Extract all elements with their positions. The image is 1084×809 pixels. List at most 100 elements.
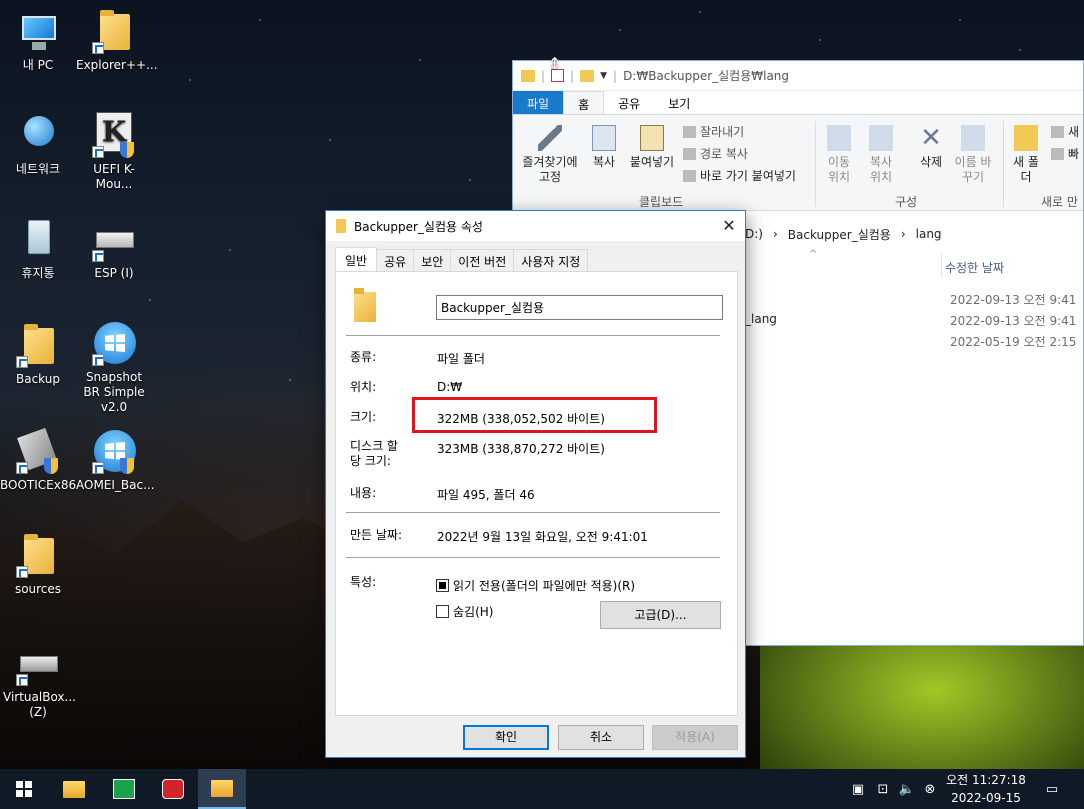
column-divider[interactable] [941, 254, 942, 278]
copy-button[interactable]: 복사 [587, 125, 621, 170]
separator: | [613, 68, 618, 83]
easy-access-label: 빠 [1068, 147, 1080, 161]
tab-sharing[interactable]: 공유 [376, 249, 415, 271]
size-label: 크기: [350, 410, 377, 424]
folder-icon [24, 324, 54, 364]
close-button[interactable]: ✕ [713, 211, 745, 241]
desktop-icon-sources[interactable]: sources [0, 532, 76, 597]
desktop-icon-my-pc[interactable]: 내 PC [0, 8, 76, 73]
taskbar-clock[interactable]: 오전 11:27:18 2022-09-15 [940, 771, 1032, 807]
desktop-icon-recycle-bin[interactable]: 휴지통 [0, 216, 76, 281]
easy-access-button[interactable]: 빠 [1051, 145, 1079, 162]
desktop-icon-aomei[interactable]: AOMEI_Bac... [76, 428, 155, 493]
checkbox-indeterminate[interactable] [436, 579, 449, 592]
new-item-button[interactable]: 새 [1051, 123, 1079, 140]
taskbar-green-app[interactable] [100, 769, 148, 809]
explorer-titlebar[interactable]: | | ▼ | D:₩Backupper_실컴용₩lang [513, 61, 1083, 91]
folder-name-field[interactable]: Backupper_실컴용 [436, 295, 723, 320]
paste-button[interactable]: 붙여넣기 [625, 125, 679, 170]
tray-volume-icon[interactable]: 🔈 [896, 769, 918, 809]
folder-icon [521, 69, 535, 82]
dialog-titlebar[interactable]: Backupper_실컴용 속성 [326, 211, 745, 241]
cut-button[interactable]: 잘라내기 [683, 123, 744, 140]
taskbar-power-app[interactable] [149, 769, 197, 809]
desktop-icon-label: 내 PC [22, 58, 54, 72]
shield-icon [44, 458, 58, 474]
advanced-button[interactable]: 고급(D)... [600, 601, 721, 629]
rename-label: 이름 바꾸기 [954, 155, 992, 184]
shortcut-arrow-icon [16, 566, 28, 578]
tray-network-icon[interactable]: ⊡ [872, 769, 894, 809]
ok-button[interactable]: 확인 [463, 725, 549, 750]
desktop-icon-virtualbox[interactable]: VirtualBox... (Z) [0, 640, 76, 720]
clipboard-group-label: 클립보드 [639, 195, 684, 209]
taskbar-explorer-pinned[interactable] [50, 769, 98, 809]
delete-button[interactable]: ✕ 삭제 [913, 125, 949, 170]
breadcrumb-separator[interactable]: › [901, 227, 906, 241]
file-row-date: 2022-09-13 오전 9:41 [950, 314, 1077, 328]
hidden-checkbox[interactable]: 숨김(H) [436, 603, 493, 620]
breadcrumb-folder[interactable]: Backupper_실컴용 [788, 226, 891, 243]
shield-icon [120, 458, 134, 474]
pin-label: 즐겨찾기에 고정 [522, 155, 578, 184]
copy-to-button[interactable]: 복사 위치 [863, 125, 899, 185]
taskbar-explorer-active[interactable] [198, 769, 246, 809]
apply-button[interactable]: 적용(A) [652, 725, 738, 750]
easy-access-icon [1051, 147, 1064, 160]
new-folder-quick-icon[interactable] [580, 69, 595, 82]
type-value: 파일 폴더 [437, 352, 485, 366]
desktop-icon-network[interactable]: 네트워크 [0, 112, 76, 177]
column-header-modified[interactable]: 수정한 날짜 [945, 259, 1004, 276]
move-to-button[interactable]: 이동 위치 [821, 125, 857, 185]
tab-home[interactable]: 홈 [563, 91, 605, 114]
copy-to-icon [869, 125, 893, 151]
new-folder-button[interactable]: 새 폴더 [1009, 125, 1043, 185]
breadcrumb-subfolder[interactable]: lang [916, 227, 942, 241]
breadcrumb-drive[interactable]: D:) [745, 227, 763, 241]
recycle-bin-icon [28, 220, 50, 254]
new-group-label: 새로 만 [1041, 195, 1078, 209]
tab-previous-versions[interactable]: 이전 버전 [450, 249, 515, 271]
desktop-icon-bootice[interactable]: BOOTICEx86 [0, 427, 76, 493]
tab-security[interactable]: 보안 [413, 249, 452, 271]
start-button[interactable] [0, 769, 48, 809]
new-item-label: 새 [1068, 125, 1080, 139]
file-row-name[interactable]: _lang [745, 312, 777, 326]
tab-view[interactable]: 보기 [654, 91, 704, 114]
checkbox-unchecked[interactable] [436, 605, 449, 618]
desktop-icon-uefi-kmou[interactable]: K UEFI K-Mou... [76, 112, 152, 192]
notification-center-icon[interactable]: ▭ [1036, 769, 1068, 809]
desktop-icon-backup[interactable]: Backup [0, 322, 76, 387]
address-bar[interactable]: D:) › Backupper_실컴용 › lang [745, 223, 1083, 245]
copy-path-button[interactable]: 경로 복사 [683, 145, 748, 162]
cancel-button[interactable]: 취소 [558, 725, 644, 750]
app-icon [113, 779, 135, 799]
breadcrumb-separator[interactable]: › [773, 227, 778, 241]
desktop-icon-esp[interactable]: ESP (I) [76, 216, 152, 281]
tab-share[interactable]: 공유 [604, 91, 654, 114]
tray-package-icon[interactable]: ▣ [848, 769, 868, 809]
rename-icon [961, 125, 985, 151]
desktop-icon-explorerpp[interactable]: Explorer++... [76, 8, 158, 73]
folder-icon [211, 779, 233, 797]
desktop-icon-label: 휴지통 [21, 266, 55, 280]
customize-quick-access-icon[interactable]: ▼ [600, 71, 607, 81]
tray-error-icon[interactable]: ⊗ [920, 769, 940, 809]
created-value: 2022년 9월 13일 화요일, 오전 9:41:01 [437, 530, 648, 544]
shortcut-arrow-icon [16, 356, 28, 368]
shortcut-arrow-icon [92, 146, 104, 158]
paste-shortcut-button[interactable]: 바로 가기 붙여넣기 [683, 167, 796, 184]
pin-icon [538, 125, 562, 151]
pin-quick-access-button[interactable]: 즐겨찾기에 고정 [519, 125, 581, 185]
tab-customize[interactable]: 사용자 지정 [513, 249, 589, 271]
rename-button[interactable]: 이름 바꾸기 [953, 125, 993, 185]
readonly-checkbox[interactable]: 읽기 전용(폴더의 파일에만 적용)(R) [436, 577, 635, 594]
desktop-icon-snapshot-br[interactable]: Snapshot BR Simple v2.0 [76, 320, 152, 415]
shortcut-arrow-icon [92, 354, 104, 366]
tab-general[interactable]: 일반 [335, 247, 378, 271]
new-item-icon [1051, 125, 1064, 138]
folder-properties-dialog[interactable]: Backupper_실컴용 속성 ✕ 일반 공유 보안 이전 버전 사용자 지정… [325, 210, 746, 758]
delete-x-icon: ✕ [920, 123, 942, 153]
tab-file[interactable]: 파일 [513, 91, 564, 114]
attributes-label: 특성: [350, 575, 377, 589]
